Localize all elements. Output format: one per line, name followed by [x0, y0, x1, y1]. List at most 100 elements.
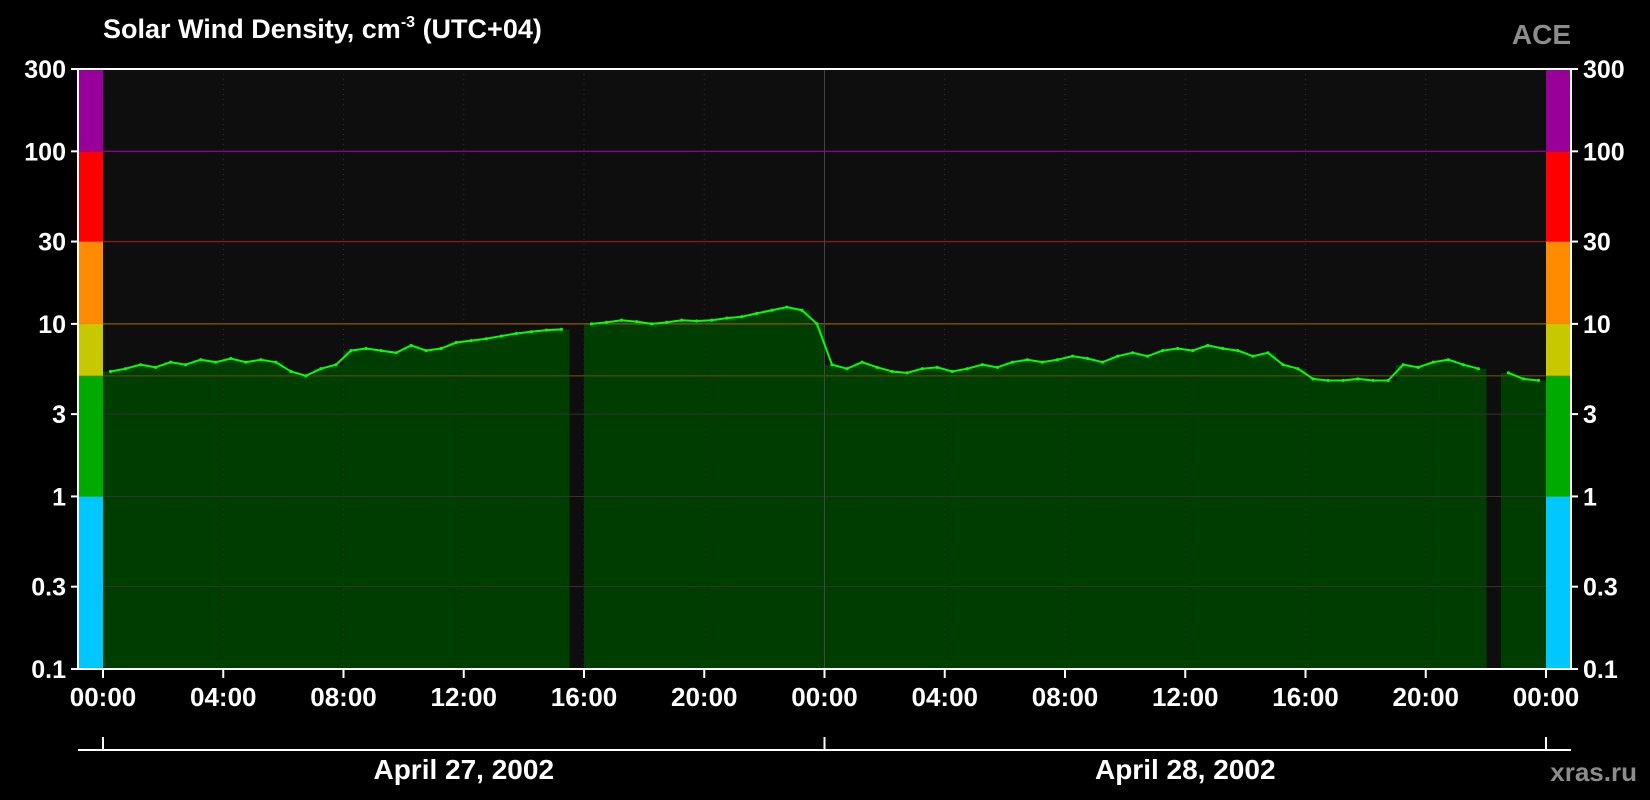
density-fill-column: [238, 362, 254, 669]
x-tick-label: 16:00: [551, 682, 618, 712]
density-point: [1341, 378, 1345, 383]
density-point: [184, 363, 188, 367]
density-point: [214, 360, 218, 364]
density-point: [725, 316, 729, 320]
density-fill-column: [1185, 350, 1201, 669]
x-tick-label: 00:00: [791, 682, 858, 712]
density-fill-column: [1004, 362, 1021, 669]
density-fill-column: [223, 358, 239, 669]
density-fill-column: [523, 331, 540, 669]
density-fill-column: [1320, 380, 1337, 669]
density-fill-column: [193, 359, 209, 669]
density-point: [1070, 354, 1075, 358]
density-point: [830, 363, 834, 367]
density-point: [319, 367, 323, 371]
date-label: April 27, 2002: [373, 754, 554, 785]
density-point: [364, 346, 368, 351]
density-point: [499, 334, 503, 338]
right-color-band: [1546, 375, 1571, 497]
y-tick-label-right: 10: [1583, 311, 1611, 339]
y-tick-label-left: 0.3: [31, 574, 66, 602]
date-label: April 28, 2002: [1095, 754, 1276, 785]
density-point: [1100, 360, 1105, 364]
density-fill-column: [734, 316, 750, 669]
density-fill-column: [463, 340, 480, 669]
density-point: [1085, 356, 1090, 361]
density-fill-column: [403, 345, 420, 669]
density-point: [514, 331, 518, 336]
density-point: [229, 356, 233, 361]
density-point: [1461, 363, 1465, 367]
density-fill-column: [1080, 358, 1096, 669]
density-point: [1055, 358, 1060, 362]
density-point: [1221, 346, 1225, 351]
density-fill-column: [178, 364, 194, 669]
x-tick-label: 20:00: [1393, 682, 1460, 712]
density-point: [108, 369, 113, 374]
left-color-band: [78, 496, 103, 669]
density-fill-column: [779, 307, 796, 669]
x-tick-label: 12:00: [431, 682, 498, 712]
density-fill-column: [869, 367, 886, 669]
right-color-band: [1546, 241, 1571, 324]
density-fill-column: [328, 364, 345, 669]
y-tick-label-left: 30: [38, 229, 66, 257]
x-tick-label: 04:00: [190, 682, 257, 712]
density-point: [1416, 365, 1420, 369]
density-point: [1176, 346, 1180, 351]
density-point: [1040, 360, 1045, 364]
density-point: [785, 305, 789, 309]
density-point: [138, 363, 143, 367]
density-point: [1326, 378, 1330, 383]
density-point: [1311, 377, 1315, 381]
x-tick-label: 08:00: [310, 682, 377, 712]
density-point: [1266, 351, 1270, 355]
chart-title: Solar Wind Density, cm-3 (UTC+04): [103, 14, 542, 44]
density-fill-column: [1350, 378, 1367, 669]
density-fill-column: [538, 330, 555, 669]
density-point: [154, 365, 158, 369]
density-fill-column: [553, 329, 570, 669]
x-tick-label: 12:00: [1152, 682, 1219, 712]
density-fill-column: [1110, 356, 1126, 669]
density-fill-column: [448, 342, 465, 669]
chart-title-superscript: -3: [401, 14, 415, 31]
density-fill-column: [133, 364, 149, 669]
density-point: [980, 363, 984, 367]
density-fill-column: [418, 350, 435, 669]
y-tick-label-left: 100: [24, 138, 66, 166]
density-point: [1386, 378, 1390, 383]
density-point: [244, 360, 248, 364]
density-fill-column: [358, 348, 375, 669]
density-fill-column: [1200, 345, 1216, 669]
density-fill-column: [433, 348, 450, 669]
density-fill-column: [629, 321, 645, 669]
density-point: [665, 320, 669, 324]
chart-root: Solar Wind Density, cm-3 (UTC+04) ACE xr…: [0, 0, 1650, 800]
density-point: [1010, 360, 1014, 364]
density-fill-column: [824, 364, 841, 669]
density-point: [169, 360, 173, 364]
density-point: [349, 349, 353, 353]
density-chart: Solar Wind Density, cm-3 (UTC+04) ACE xr…: [24, 14, 1637, 787]
density-fill-column: [1230, 350, 1246, 669]
density-point: [619, 318, 624, 322]
left-color-band: [78, 151, 103, 242]
density-point: [1281, 363, 1285, 367]
watermark: xras.ru: [1550, 757, 1637, 787]
density-point: [334, 363, 338, 367]
density-point: [1116, 354, 1120, 358]
density-point: [1236, 349, 1240, 353]
density-point: [800, 308, 804, 312]
y-tick-label-right: 1: [1583, 483, 1597, 511]
density-point: [604, 320, 609, 324]
y-tick-label-right: 100: [1583, 138, 1625, 166]
density-fill-column: [1455, 364, 1472, 669]
density-fill-column: [1305, 378, 1322, 669]
density-point: [650, 322, 654, 326]
density-fill-column: [103, 371, 119, 669]
density-fill-column: [1530, 380, 1547, 669]
density-point: [424, 349, 428, 353]
density-point: [845, 367, 849, 371]
density-point: [484, 337, 488, 341]
